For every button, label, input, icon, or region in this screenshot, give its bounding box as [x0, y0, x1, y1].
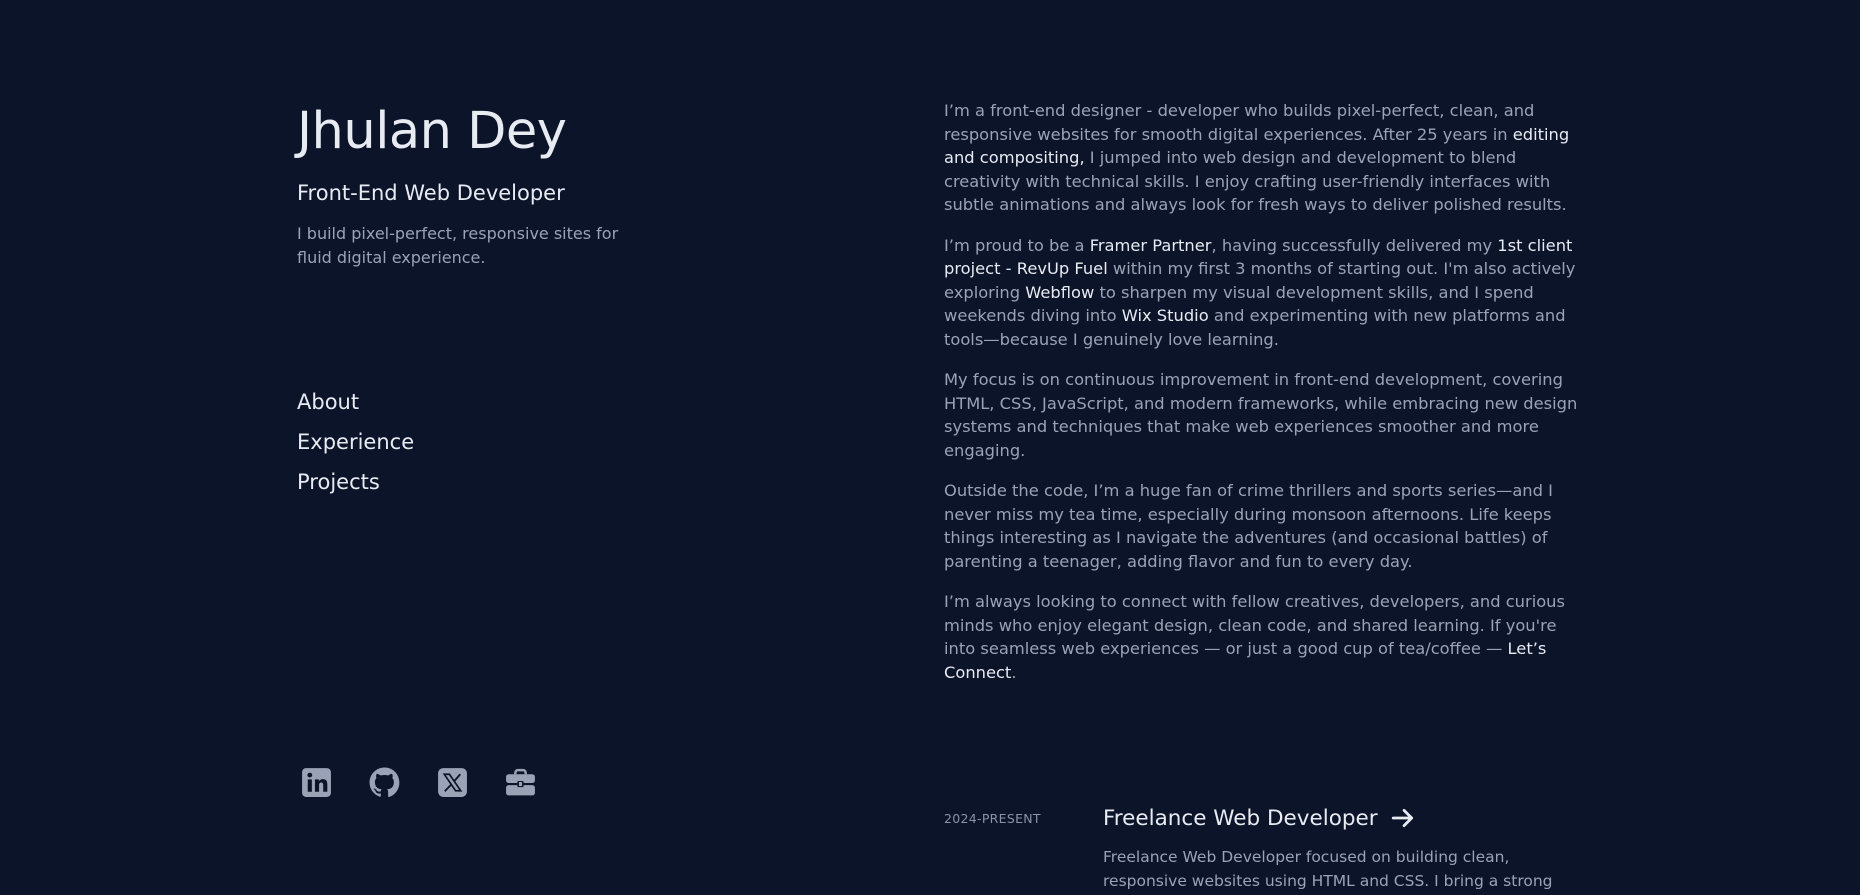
about-paragraph-1: I’m a front-end designer - developer who… [944, 99, 1579, 217]
section-nav: About Experience Projects [297, 382, 414, 502]
portfolio-link[interactable] [504, 766, 537, 799]
about-text: , having successfully delivered my [1211, 235, 1498, 255]
experience-description: Freelance Web Developer focused on build… [1103, 848, 1553, 890]
profile-tagline: I build pixel-perfect, responsive sites … [297, 224, 619, 267]
linkedin-link[interactable] [300, 766, 333, 799]
nav-item-about[interactable]: About [297, 382, 414, 422]
x-twitter-link[interactable] [436, 766, 469, 799]
experience-title: Freelance Web Developer [1103, 805, 1378, 831]
about-text: I’m always looking to connect with fello… [944, 592, 1565, 658]
about-text: . [1011, 662, 1017, 682]
profile-name: Jhulan Dey [297, 102, 567, 161]
about-paragraph-3: My focus is on continuous improvement in… [944, 370, 1578, 460]
about-text: I’m a front-end designer - developer who… [944, 101, 1535, 144]
about-text: I’m proud to be a [944, 235, 1090, 255]
wix-studio-highlight: Wix Studio [1121, 306, 1209, 325]
x-twitter-icon [438, 768, 467, 797]
profile-role: Front-End Web Developer [297, 181, 565, 205]
linkedin-icon [302, 768, 331, 797]
framer-partner-highlight: Framer Partner [1089, 235, 1212, 255]
experience-date: 2024-PRESENT [944, 811, 1041, 826]
nav-item-projects[interactable]: Projects [297, 462, 414, 502]
social-links [300, 766, 537, 799]
about-paragraph-5: I’m always looking to connect with fello… [944, 590, 1579, 684]
about-paragraph-2: I’m proud to be a Framer Partner, having… [944, 234, 1579, 352]
profile-header: Jhulan Dey Front-End Web Developer I bui… [297, 100, 677, 270]
nav-item-experience[interactable]: Experience [297, 422, 414, 462]
github-icon [369, 767, 400, 797]
portfolio-page: Jhulan Dey Front-End Web Developer I bui… [0, 0, 1860, 895]
experience-title-link[interactable]: Freelance Web Developer [1103, 805, 1416, 831]
about-section: I’m a front-end designer - developer who… [944, 99, 1579, 701]
arrow-right-icon [1391, 809, 1413, 827]
webflow-highlight: Webflow [1025, 282, 1095, 302]
github-link[interactable] [368, 766, 401, 799]
about-paragraph-4: Outside the code, I’m a huge fan of crim… [944, 481, 1553, 571]
briefcase-icon [506, 768, 535, 796]
